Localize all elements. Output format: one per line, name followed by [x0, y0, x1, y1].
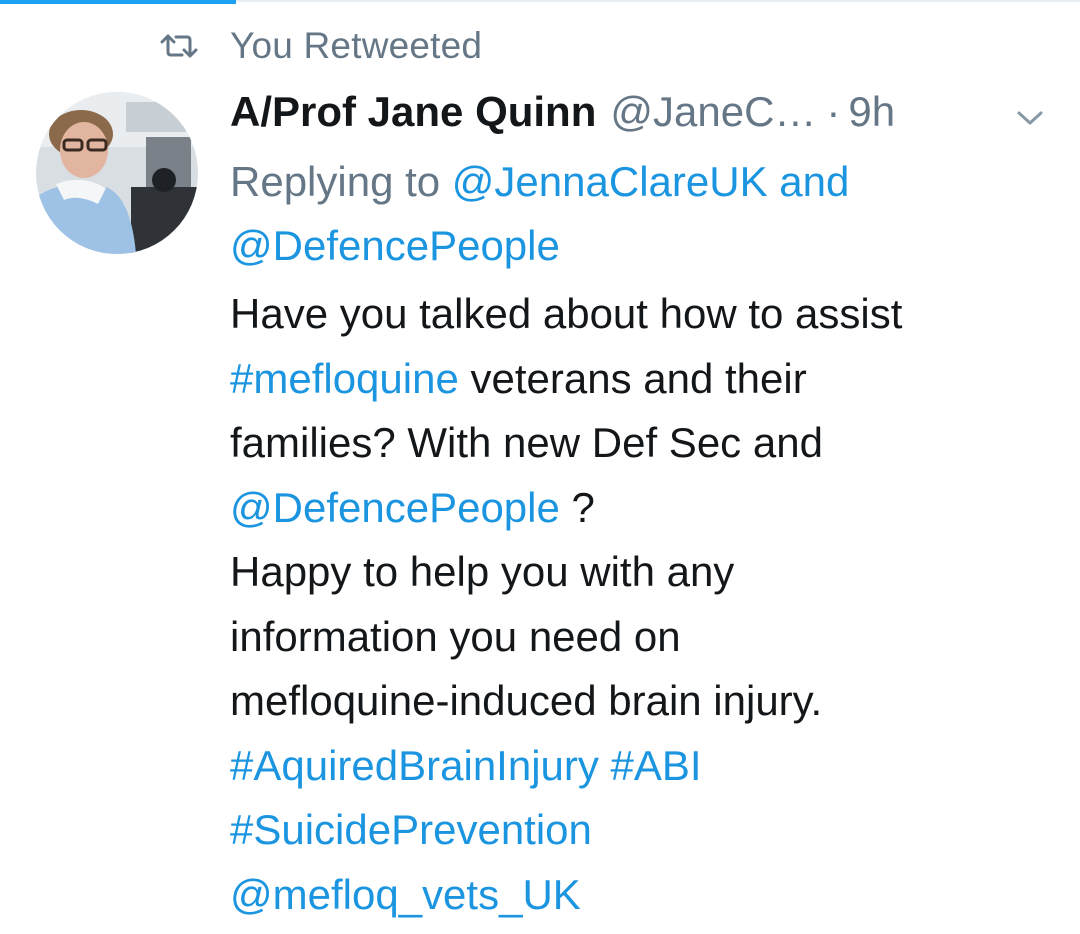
- avatar-image: [36, 92, 198, 254]
- tweet-line: mefloquine-induced brain injury.: [230, 677, 823, 724]
- tweet-line-text: ?: [559, 483, 595, 531]
- author-name[interactable]: A/Prof Jane Quinn: [230, 88, 596, 136]
- mention-mefloq-vets-uk[interactable]: @mefloq_vets_UK: [230, 871, 581, 918]
- reply-and[interactable]: and: [779, 158, 849, 205]
- mention-defencepeople[interactable]: @DefencePeople: [230, 222, 560, 269]
- hashtag-aquiredbraininjury[interactable]: #AquiredBrainInjury: [230, 742, 599, 789]
- tweet-line: families? With new Def Sec and: [230, 419, 823, 466]
- tweet[interactable]: A/Prof Jane Quinn @JaneC… · 9h Replying …: [230, 88, 1060, 927]
- tweet-line: #SuicidePrevention: [230, 798, 1060, 863]
- tweet-header: A/Prof Jane Quinn @JaneC… · 9h: [230, 88, 1060, 148]
- top-divider: [236, 0, 1080, 2]
- separator-dot: ·: [826, 88, 841, 135]
- retweet-context: You Retweeted: [160, 24, 482, 68]
- tweet-line: @mefloq_vets_UK: [230, 863, 1060, 928]
- avatar[interactable]: [36, 92, 198, 254]
- reply-prefix: Replying to: [230, 158, 441, 205]
- tab-active-indicator: [0, 0, 236, 4]
- retweet-label: You Retweeted: [230, 25, 483, 66]
- tweet-line: information you need on: [230, 612, 681, 660]
- tweet-line: Happy to help you with any: [230, 548, 735, 595]
- mention-jennaclareuk[interactable]: @JennaClareUK: [452, 158, 768, 205]
- hashtag-suicideprevention[interactable]: #SuicidePrevention: [230, 806, 592, 853]
- chevron-down-icon[interactable]: [1015, 108, 1045, 128]
- tweet-line: Have you talked about how to assist: [230, 290, 903, 337]
- retweet-icon: [160, 34, 198, 58]
- replying-to: Replying to @JennaClareUK and @DefencePe…: [230, 150, 1060, 278]
- tweet-line: #mefloquine veterans and their: [230, 347, 1060, 412]
- tweet-line: @DefencePeople ?: [230, 476, 1060, 541]
- tweet-text: Have you talked about how to assist #mef…: [230, 282, 1060, 927]
- tweet-line: #AquiredBrainInjury #ABI: [230, 734, 1060, 799]
- timestamp[interactable]: 9h: [848, 88, 895, 136]
- hashtag-abi[interactable]: #ABI: [611, 742, 702, 789]
- author-handle[interactable]: @JaneC…: [610, 88, 816, 136]
- mention-defencepeople-body[interactable]: @DefencePeople: [230, 484, 560, 531]
- tweet-line-text: veterans and their: [458, 354, 807, 402]
- hashtag-mefloquine[interactable]: #mefloquine: [230, 355, 459, 402]
